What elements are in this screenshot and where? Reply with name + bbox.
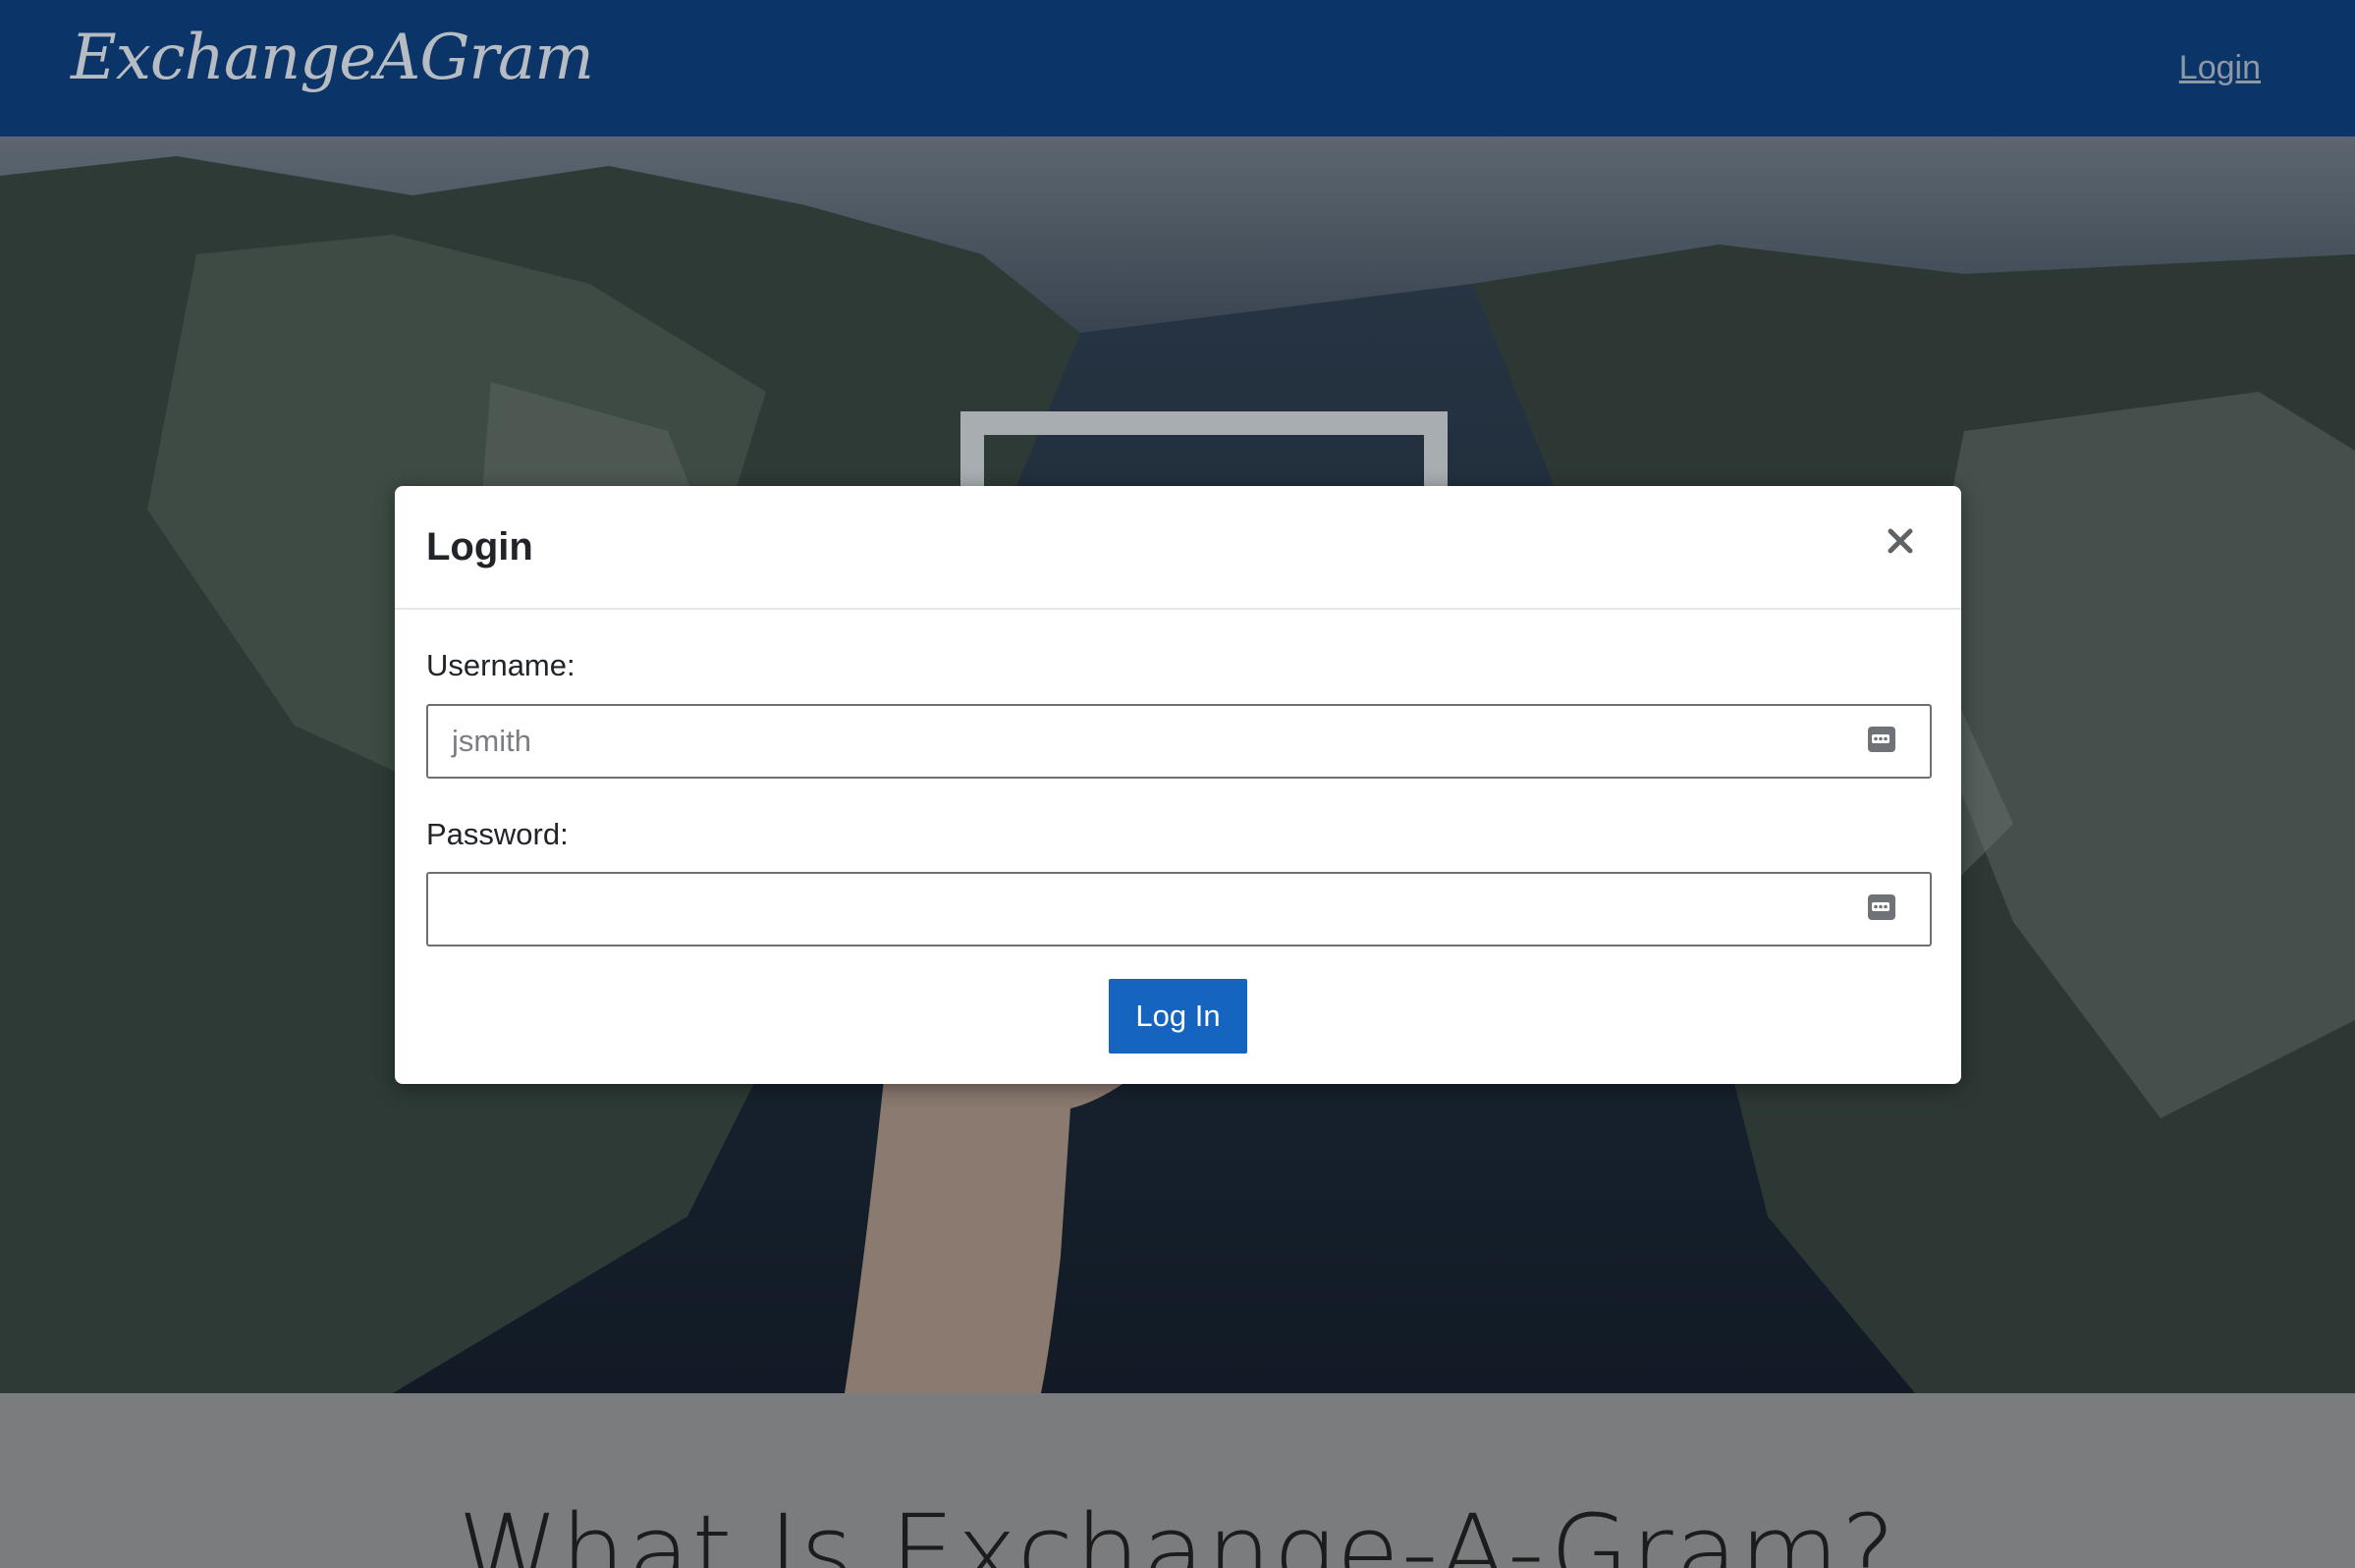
- password-input[interactable]: [426, 872, 1932, 946]
- username-label: Username:: [426, 648, 575, 682]
- log-in-button[interactable]: Log In: [1109, 979, 1247, 1054]
- password-manager-icon[interactable]: [1867, 893, 1896, 921]
- modal-header: Login: [395, 486, 1961, 610]
- password-manager-icon[interactable]: [1867, 726, 1896, 753]
- username-placeholder: jsmith: [452, 724, 531, 758]
- close-icon[interactable]: [1875, 515, 1926, 567]
- page: ExchangeAGram Login What Is Exchange-A-G…: [0, 0, 2355, 1568]
- login-modal: Login Username: jsmith Password: Log In: [395, 486, 1961, 1084]
- username-input[interactable]: jsmith: [426, 704, 1932, 779]
- password-label: Password:: [426, 817, 569, 851]
- modal-title: Login: [426, 525, 533, 568]
